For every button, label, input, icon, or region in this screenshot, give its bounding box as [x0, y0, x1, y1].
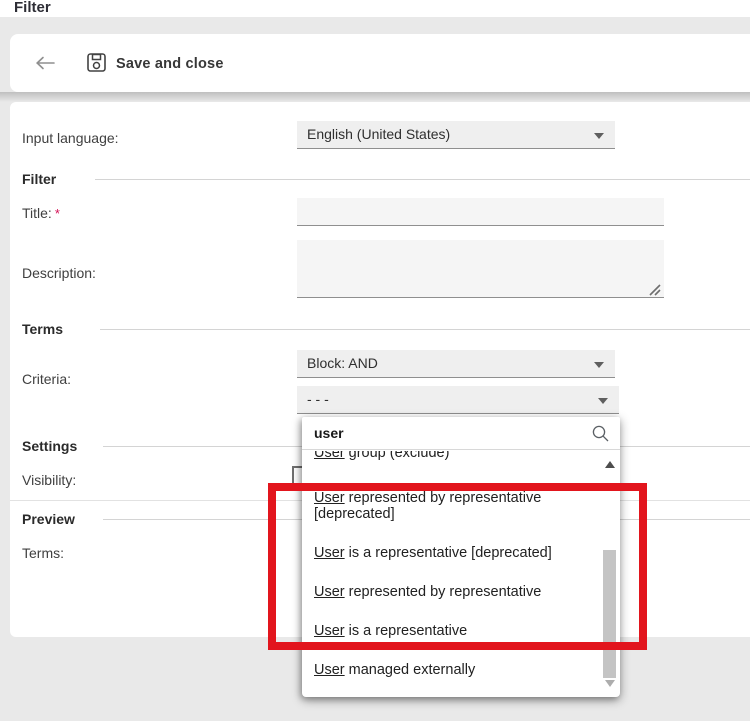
dropdown-option-list: User group (exclude)User represented by … — [302, 451, 620, 697]
criteria-block-select[interactable]: Block: AND — [297, 350, 615, 378]
title-input[interactable] — [297, 198, 664, 226]
visibility-label: Visibility: — [22, 472, 76, 488]
dropdown-option-rest-text: is a representative — [345, 623, 468, 639]
dropdown-option-match-text: User — [314, 623, 345, 639]
dropdown-option-rest-text: group (exclude) — [345, 451, 450, 461]
chevron-down-icon — [598, 398, 608, 404]
dropdown-option-rest-text: managed externally — [345, 662, 476, 678]
dropdown-option-match-text: User — [314, 451, 345, 461]
page-title: Filter — [14, 0, 51, 16]
scroll-down-icon[interactable] — [605, 680, 615, 687]
description-label: Description: — [22, 265, 96, 281]
search-icon — [591, 424, 610, 448]
dropdown-option-match-text: User — [314, 490, 345, 506]
chevron-down-icon — [594, 133, 604, 139]
dropdown-option[interactable]: User is a representative — [314, 623, 586, 639]
description-textarea[interactable] — [297, 240, 664, 298]
input-language-select[interactable]: English (United States) — [297, 121, 615, 149]
dropdown-option[interactable]: User is a representative [deprecated] — [314, 545, 586, 561]
save-and-close-label: Save and close — [116, 56, 224, 72]
dropdown-option[interactable]: User represented by representative — [314, 584, 586, 600]
input-language-label: Input language: — [22, 130, 119, 146]
dropdown-option-rest-text: is a representative [deprecated] — [345, 545, 552, 561]
preview-terms-label: Terms: — [22, 545, 64, 561]
section-header-preview: Preview — [22, 511, 75, 527]
toolbar: Save and close — [10, 34, 750, 92]
criteria-block-value: Block: AND — [307, 350, 378, 377]
save-and-close-button[interactable]: Save and close — [80, 48, 230, 80]
back-button[interactable] — [28, 51, 62, 77]
criteria-term-select[interactable]: - - - — [297, 386, 619, 414]
chevron-down-icon — [594, 362, 604, 368]
required-asterisk: * — [55, 206, 60, 221]
dropdown-option-match-text: User — [314, 662, 345, 678]
save-icon — [86, 52, 107, 76]
criteria-term-value: - - - — [307, 386, 329, 413]
scroll-up-icon[interactable] — [605, 461, 615, 468]
input-language-value: English (United States) — [307, 121, 450, 148]
dropdown-option[interactable]: User group (exclude) — [314, 451, 586, 461]
app-window: Filter Save and close Input language: En… — [0, 0, 750, 721]
title-band: Filter — [0, 0, 750, 17]
section-header-terms: Terms — [22, 321, 63, 337]
dropdown-option-match-text: User — [314, 584, 345, 600]
back-arrow-icon — [34, 55, 56, 74]
criteria-label: Criteria: — [22, 371, 71, 387]
dropdown-option-match-text: User — [314, 545, 345, 561]
criteria-dropdown-popup: User group (exclude)User represented by … — [302, 417, 620, 697]
popup-scrollbar — [602, 451, 618, 695]
section-header-filter: Filter — [22, 171, 56, 187]
dropdown-search-row — [302, 417, 620, 450]
dropdown-search-input[interactable] — [314, 420, 574, 446]
dropdown-option[interactable]: User represented by representative [depr… — [314, 490, 586, 522]
toolbar-shadow — [0, 92, 750, 102]
dropdown-option[interactable]: User managed externally — [314, 662, 586, 678]
dropdown-option-rest-text: represented by representative — [345, 584, 542, 600]
section-header-settings: Settings — [22, 438, 77, 454]
section-divider — [95, 179, 750, 180]
dropdown-option-rest-text: represented by representative [deprecate… — [314, 490, 541, 522]
scrollbar-thumb[interactable] — [603, 550, 616, 678]
section-divider — [100, 329, 750, 330]
title-label: Title:* — [22, 205, 60, 221]
